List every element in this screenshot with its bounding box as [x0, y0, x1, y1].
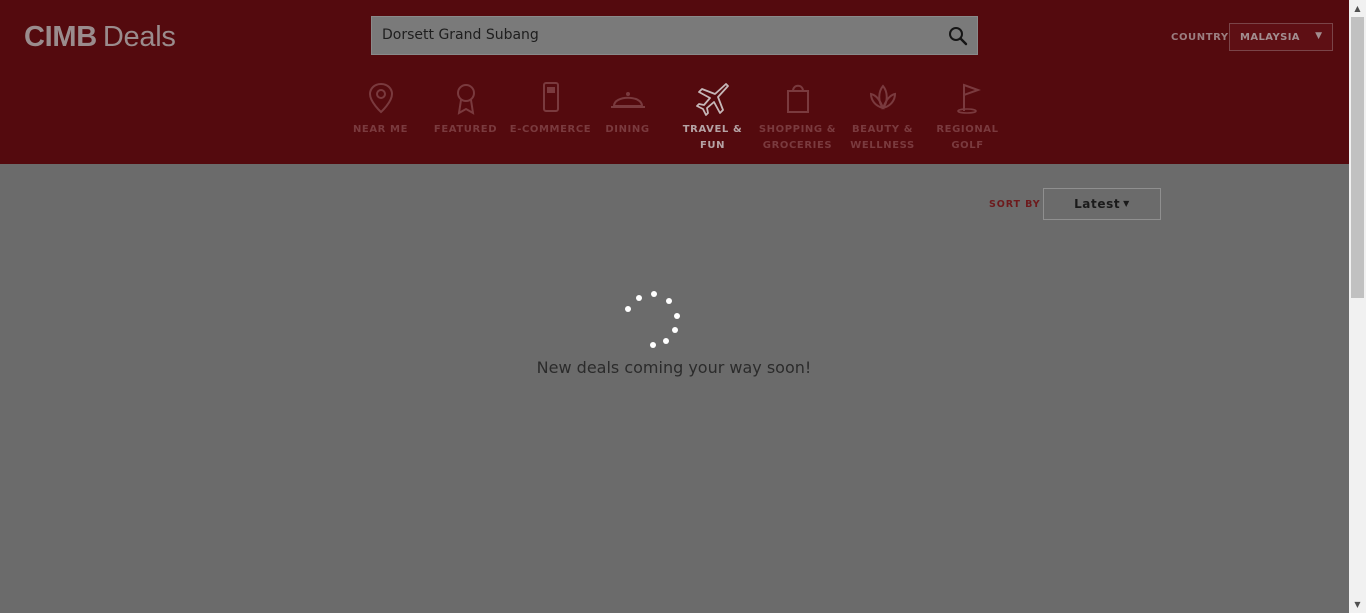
country-selected: MALAYSIA: [1240, 32, 1300, 43]
airplane-icon: [670, 80, 755, 120]
nav-item-regional-golf[interactable]: REGIONAL GOLF: [925, 80, 1010, 154]
search-box: [371, 16, 978, 55]
nav-item-travel-fun[interactable]: TRAVEL & FUN: [670, 80, 755, 154]
location-pin-icon: [338, 80, 423, 120]
scroll-up-icon[interactable]: ▲: [1349, 0, 1366, 17]
loading-message: New deals coming your way soon!: [536, 358, 812, 377]
magnifier-icon: [949, 27, 968, 46]
nav-label: REGIONAL GOLF: [936, 124, 999, 151]
sort-dropdown[interactable]: Latest ▼: [1043, 188, 1161, 220]
nav-item-shopping-groceries[interactable]: SHOPPING & GROCERIES: [755, 80, 840, 154]
sort-label: SORT BY: [989, 199, 1041, 210]
nav-label: TRAVEL & FUN: [682, 124, 743, 151]
logo-suffix: Deals: [102, 21, 176, 53]
dining-cloche-icon: [585, 80, 670, 120]
search-button[interactable]: [947, 25, 969, 47]
golf-flag-icon: [925, 80, 1010, 120]
nav-label: FEATURED: [433, 124, 498, 135]
loading-spinner: [622, 289, 684, 351]
category-nav: NEAR ME FEATURED E-COMMERCE DINING TRAVE…: [338, 80, 1018, 160]
nav-label: DINING: [605, 124, 650, 135]
mobile-phone-icon: [508, 80, 593, 120]
country-dropdown[interactable]: MALAYSIA ▼: [1229, 23, 1333, 51]
page-scrollbar[interactable]: ▲ ▼: [1349, 0, 1366, 613]
nav-item-beauty-wellness[interactable]: BEAUTY & WELLNESS: [840, 80, 925, 154]
country-label: COUNTRY: [1171, 32, 1229, 43]
nav-label: NEAR ME: [352, 124, 409, 135]
nav-item-dining[interactable]: DINING: [585, 80, 670, 138]
sort-value: Latest: [1074, 197, 1121, 211]
site-header: CIMBDeals COUNTRY MALAYSIA ▼ NEAR ME: [0, 0, 1349, 164]
award-ribbon-icon: [423, 80, 508, 120]
caret-down-icon: ▼: [1315, 31, 1322, 41]
scroll-down-icon[interactable]: ▼: [1349, 596, 1366, 613]
logo-brand: CIMB: [24, 21, 97, 53]
search-input[interactable]: [382, 17, 932, 54]
nav-label: BEAUTY & WELLNESS: [850, 124, 915, 151]
scroll-thumb[interactable]: [1351, 17, 1364, 298]
caret-down-icon: ▼: [1123, 199, 1130, 208]
shopping-bag-icon: [755, 80, 840, 120]
nav-item-featured[interactable]: FEATURED: [423, 80, 508, 138]
cimb-deals-logo[interactable]: CIMB Deals: [24, 18, 176, 56]
nav-item-e-commerce[interactable]: E-COMMERCE: [508, 80, 593, 138]
lotus-icon: [840, 80, 925, 120]
nav-item-near-me[interactable]: NEAR ME: [338, 80, 423, 138]
nav-label: SHOPPING & GROCERIES: [758, 124, 837, 151]
nav-label: E-COMMERCE: [509, 124, 592, 135]
